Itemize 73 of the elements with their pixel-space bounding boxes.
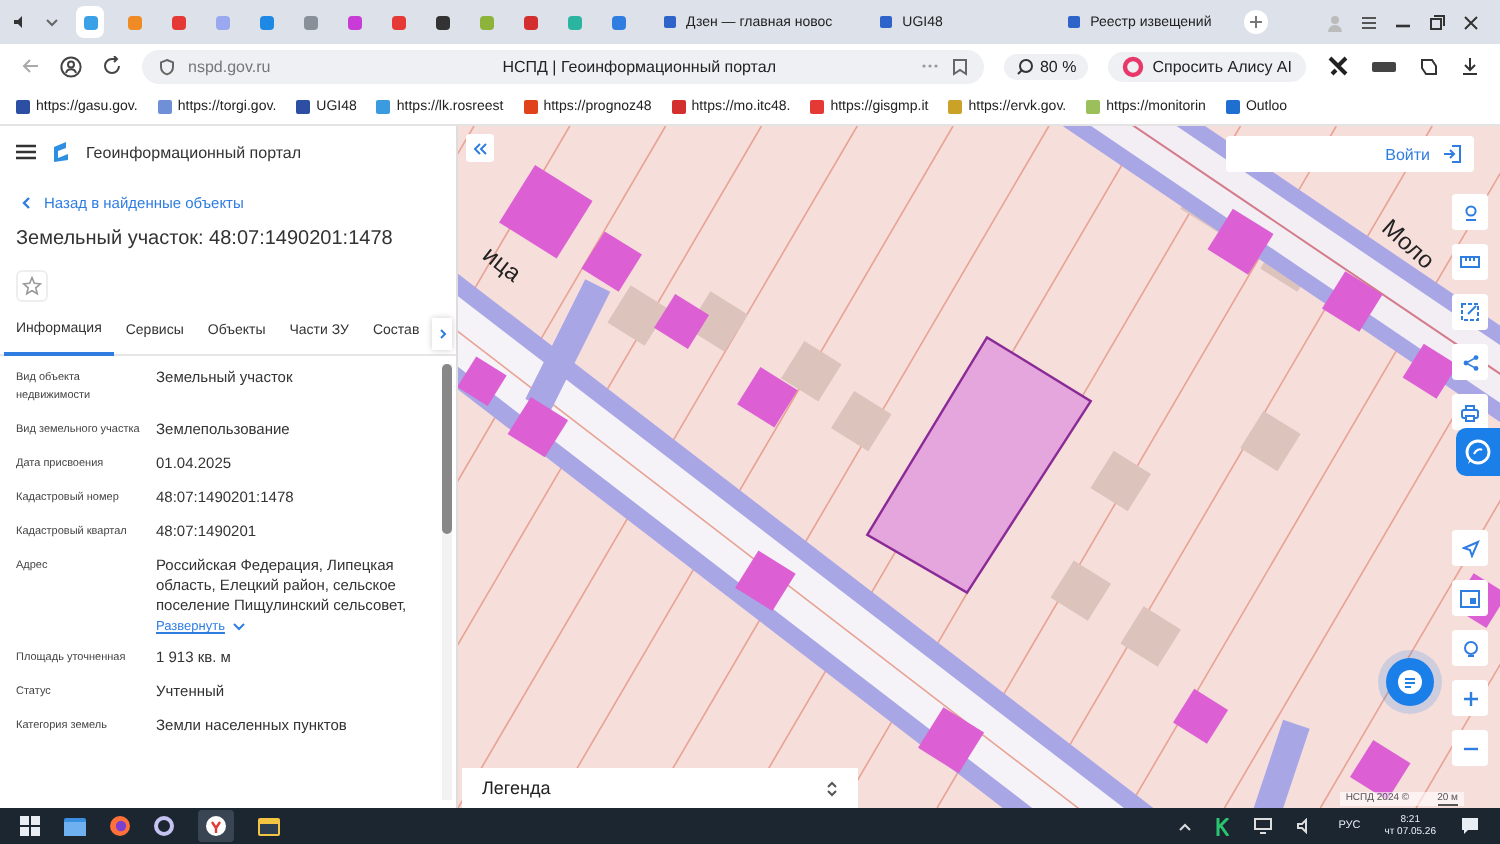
map-tool-button[interactable] (1452, 530, 1488, 566)
notifications-icon[interactable] (1460, 816, 1480, 836)
feedback-tab[interactable] (1456, 428, 1500, 476)
screen-app-icon[interactable] (258, 817, 280, 835)
start-icon[interactable] (20, 816, 40, 836)
page-title: НСПД | Геоинформационный портал (502, 57, 776, 75)
next-tab-button[interactable] (432, 318, 452, 350)
extension-icon[interactable] (1326, 54, 1350, 78)
url-text: nspd.gov.ru (188, 57, 271, 75)
menu-icon[interactable] (1360, 13, 1378, 31)
printer-icon (1460, 403, 1480, 421)
zoom-in-icon (1461, 689, 1479, 707)
ring-icon (1122, 55, 1145, 77)
chevron-up-icon[interactable] (1178, 821, 1193, 831)
map-tool-button[interactable] (1452, 244, 1488, 280)
bookmark-icon[interactable] (951, 57, 968, 75)
fox-browser-icon[interactable] (110, 816, 130, 836)
speech-bubble-icon (1464, 438, 1492, 466)
login-button[interactable]: Войти (1226, 136, 1474, 172)
back-arrow-icon[interactable] (20, 56, 40, 76)
browser-icon (206, 816, 226, 836)
street-label: ица (477, 240, 527, 288)
tab-list-chevron-icon[interactable] (44, 14, 60, 30)
chevron-right-icon (437, 328, 447, 340)
ring-app-icon[interactable] (154, 816, 174, 836)
ask-alice-button[interactable]: Спросить Алису AI (1108, 51, 1306, 81)
expand-chevrons-icon (826, 779, 838, 797)
map-tool-button[interactable] (1452, 630, 1488, 666)
collapse-panel-button[interactable] (466, 134, 494, 162)
download-icon[interactable] (1460, 56, 1480, 76)
menu-icon[interactable] (16, 144, 36, 160)
account-icon[interactable] (60, 55, 82, 77)
more-dots-icon[interactable] (919, 62, 940, 70)
network-icon[interactable] (1254, 818, 1273, 834)
ruler-icon (1460, 254, 1480, 270)
map-tool-button[interactable] (1452, 730, 1488, 766)
portal-title: Геоинформационный портал (86, 143, 302, 161)
map-tool-button[interactable] (1452, 394, 1488, 430)
app-tray-icon[interactable] (1216, 817, 1231, 835)
object-heading: Земельный участок: 48:07:1490201:1478 (14, 226, 395, 254)
pin-icon (1461, 203, 1479, 221)
map-tool-button[interactable] (1452, 344, 1488, 380)
map-tool-button[interactable] (1452, 580, 1488, 616)
legend-panel[interactable]: Легенда (462, 768, 858, 808)
close-icon[interactable] (1462, 13, 1480, 31)
restore-icon[interactable] (1428, 13, 1446, 31)
minimap-icon (1460, 589, 1480, 607)
chat-icon (1396, 668, 1424, 696)
navigation-arrow-icon (1461, 539, 1479, 557)
star-icon (22, 276, 42, 296)
extension-icon[interactable] (1370, 58, 1398, 74)
speaker-icon[interactable] (12, 14, 28, 30)
address-field[interactable]: nspd.gov.ru НСПД | Геоинформационный портал (142, 49, 984, 83)
folder-icon[interactable] (64, 816, 86, 836)
reload-icon[interactable] (102, 56, 122, 76)
favorite-button[interactable] (16, 270, 48, 302)
chevron-left-icon (20, 196, 32, 210)
map-tool-button[interactable] (1452, 194, 1488, 230)
map-tool-button[interactable] (1452, 294, 1488, 330)
area-select-icon (1460, 302, 1480, 322)
shield-icon (158, 57, 176, 75)
share-icon (1461, 353, 1479, 371)
extension-icon[interactable] (1418, 55, 1440, 77)
scrollbar[interactable] (442, 364, 452, 800)
map-tool-button[interactable] (1452, 680, 1488, 716)
new-tab-icon[interactable] (1243, 10, 1268, 34)
legend-title: Легенда (482, 778, 551, 798)
chevron-down-icon (232, 622, 247, 632)
double-chevron-left-icon (472, 141, 488, 155)
browser-taskbar-button[interactable] (198, 810, 234, 842)
sign-in-icon (1442, 144, 1462, 164)
portal-logo-icon (52, 142, 70, 162)
zoom-button[interactable]: 80 % (1003, 53, 1089, 79)
